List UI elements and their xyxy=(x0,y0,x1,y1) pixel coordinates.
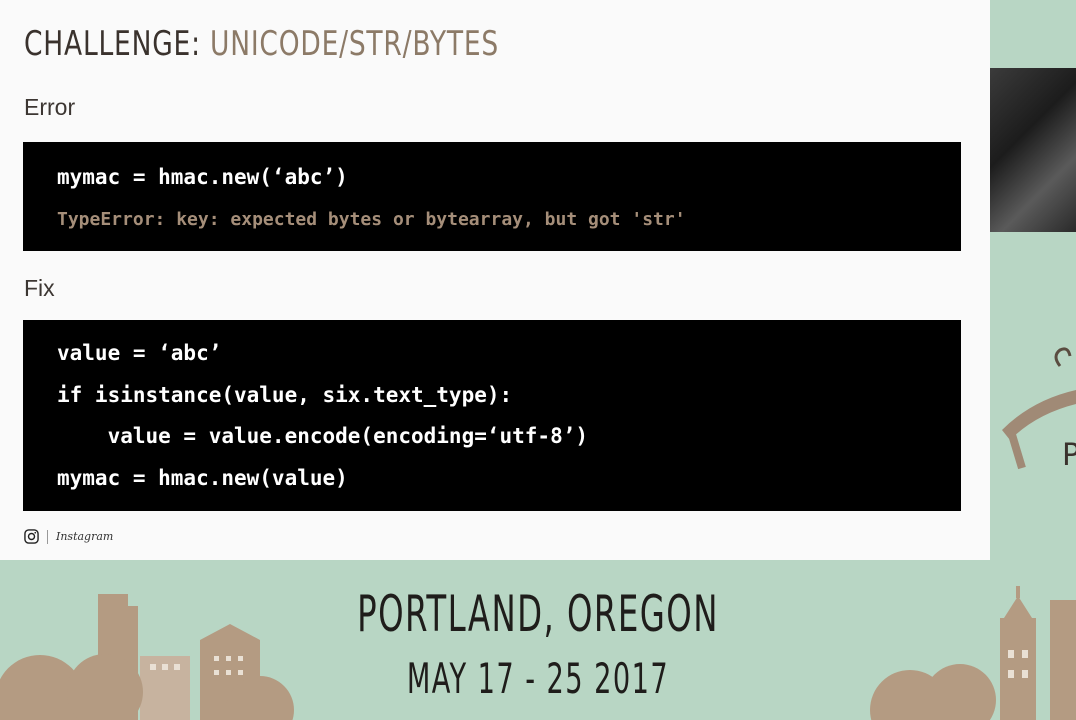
presentation-slide: CHALLENGE: UNICODE/STR/BYTES Error mymac… xyxy=(0,0,990,560)
logo-letter: P xyxy=(1062,438,1076,473)
banner-dates: MAY 17 - 25 2017 xyxy=(406,654,670,703)
slide-footer: Instagram xyxy=(24,529,113,544)
code-line: value = value.encode(encoding=‘utf-8’) xyxy=(57,424,589,448)
fix-code-block: value = ‘abc’ if isinstance(value, six.t… xyxy=(23,320,961,511)
code-line: value = ‘abc’ xyxy=(57,341,222,365)
error-message-line: TypeError: key: expected bytes or bytear… xyxy=(57,209,686,230)
code-line: mymac = hmac.new(value) xyxy=(57,466,348,490)
error-code-block: mymac = hmac.new(‘abc’) TypeError: key: … xyxy=(23,142,961,251)
banner-location: PORTLAND, OREGON xyxy=(357,585,719,643)
error-label: Error xyxy=(24,94,76,120)
slide-title: CHALLENGE: UNICODE/STR/BYTES xyxy=(24,24,499,64)
instagram-icon xyxy=(24,529,39,544)
code-line: if isinstance(value, six.text_type): xyxy=(57,383,513,407)
footer-divider xyxy=(47,529,48,544)
speaker-video-thumbnail xyxy=(990,68,1076,232)
instagram-label: Instagram xyxy=(56,530,114,543)
fix-label: Fix xyxy=(24,275,55,301)
title-topic: UNICODE/STR/BYTES xyxy=(210,24,499,64)
title-prefix: CHALLENGE: xyxy=(24,24,201,64)
code-line: mymac = hmac.new(‘abc’) xyxy=(57,165,348,189)
pycon-logo-fragment: P xyxy=(1002,347,1076,473)
